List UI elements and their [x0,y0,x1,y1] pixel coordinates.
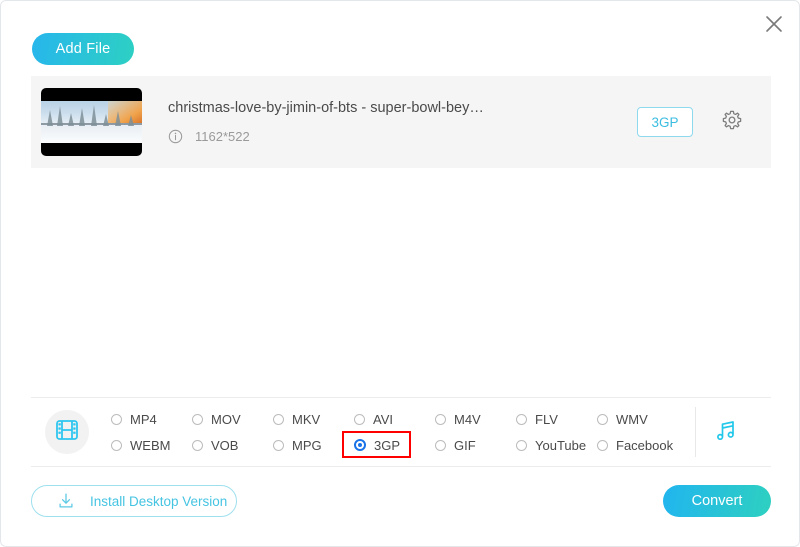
close-button[interactable] [757,7,791,41]
format-option-label: WMV [616,411,648,427]
format-option-mp4[interactable]: MP4 [111,412,192,427]
gear-icon [721,109,743,136]
format-option-label: VOB [211,437,239,453]
install-desktop-version-label: Install Desktop Version [90,493,228,509]
format-option-wmv[interactable]: WMV [597,412,678,427]
file-dimensions: 1162*522 [195,129,250,144]
format-option-label: FLV [535,411,558,427]
format-option-label: MOV [211,411,241,427]
radio-icon[interactable] [192,439,203,451]
radio-icon[interactable] [516,413,527,425]
format-option-youtube[interactable]: YouTube [516,438,597,453]
format-option-m4v[interactable]: M4V [435,412,516,427]
format-option-label: WEBM [130,437,171,453]
radio-icon[interactable] [111,413,122,425]
divider-bottom [31,466,771,467]
video-thumbnail [41,88,142,156]
convert-button-label: Convert [691,493,743,509]
format-option-label: MKV [292,411,321,427]
format-option-mov[interactable]: MOV [192,412,273,427]
radio-icon[interactable] [354,413,365,425]
format-options-grid: MP4 MOV MKV AVI M4V FLV WMV WEBM VOB MPG… [111,406,771,458]
radio-icon[interactable] [111,439,122,451]
radio-icon[interactable] [435,439,446,451]
format-option-mpg[interactable]: MPG [273,438,354,453]
format-option-label: MPG [292,437,322,453]
format-option-label: AVI [373,411,393,427]
install-desktop-version-button[interactable]: Install Desktop Version [31,485,237,517]
film-strip-icon [54,417,80,448]
file-settings-button[interactable] [715,105,749,139]
format-option-label: YouTube [535,437,587,453]
format-option-mkv[interactable]: MKV [273,412,354,427]
radio-icon[interactable] [273,413,284,425]
radio-icon[interactable] [192,413,203,425]
add-file-button[interactable]: Add File [32,33,134,65]
radio-icon[interactable] [273,439,284,451]
format-option-label: MP4 [130,411,157,427]
format-option-label: GIF [454,437,476,453]
file-format-badge[interactable]: 3GP [637,107,693,137]
divider-vertical [695,407,696,457]
radio-icon[interactable] [435,413,446,425]
radio-icon[interactable] [516,439,527,451]
format-picker: MP4 MOV MKV AVI M4V FLV WMV WEBM VOB MPG… [31,398,771,466]
video-category-button[interactable] [45,410,89,454]
format-option-webm[interactable]: WEBM [111,438,192,453]
format-option-vob[interactable]: VOB [192,438,273,453]
radio-icon[interactable] [597,439,608,451]
file-metadata: christmas-love-by-jimin-of-bts - super-b… [168,100,637,144]
radio-icon[interactable] [354,439,366,451]
format-option-facebook[interactable]: Facebook [597,438,678,453]
convert-button[interactable]: Convert [663,485,771,517]
file-name: christmas-love-by-jimin-of-bts - super-b… [168,100,484,116]
info-circle-icon [168,129,183,144]
format-option-label: 3GP [374,437,401,453]
converter-window: Add File christmas-love-by-jimin-of-bts … [0,0,800,547]
format-option-flv[interactable]: FLV [516,412,597,427]
file-list-item[interactable]: christmas-love-by-jimin-of-bts - super-b… [31,76,771,168]
close-icon [764,14,784,34]
format-option-label: M4V [454,411,481,427]
download-icon [56,491,76,511]
music-note-icon [712,417,740,450]
format-option-gif[interactable]: GIF [435,438,516,453]
add-file-label: Add File [55,41,111,57]
radio-icon[interactable] [597,413,608,425]
format-option-3gp[interactable]: 3GP [354,438,435,453]
file-format-badge-label: 3GP [651,114,679,130]
audio-category-button[interactable] [708,417,744,449]
format-option-label: Facebook [616,437,674,453]
format-option-avi[interactable]: AVI [354,412,435,427]
